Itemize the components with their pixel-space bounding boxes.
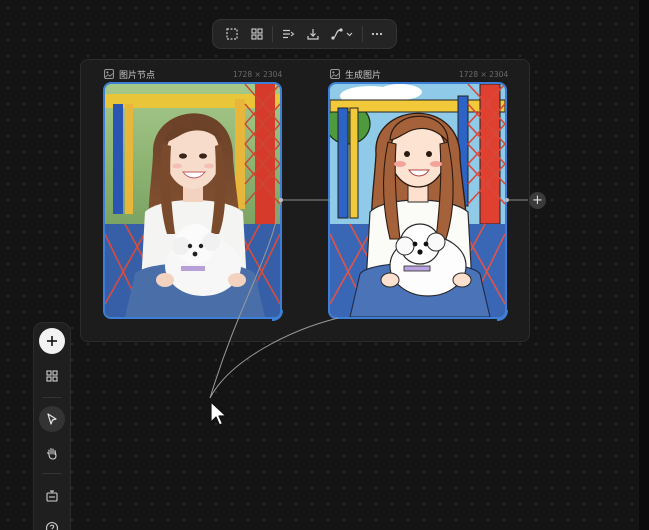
help-icon xyxy=(45,521,59,530)
help-button[interactable] xyxy=(39,515,65,530)
components-button[interactable] xyxy=(39,363,65,389)
toolbar-divider xyxy=(42,397,62,398)
add-button[interactable] xyxy=(39,328,65,354)
canvas[interactable]: 图片节点 1728 × 2304 生成图片 1728 × 2304 + xyxy=(0,0,649,530)
mouse-cursor-icon xyxy=(210,401,227,426)
toolbar-divider xyxy=(42,473,62,474)
pan-tool-button[interactable] xyxy=(39,440,65,466)
pointer-icon xyxy=(47,413,57,425)
select-tool-button[interactable] xyxy=(39,406,65,432)
node-connectors xyxy=(209,198,528,399)
resize-handle-icon[interactable] xyxy=(495,308,509,322)
board-icon xyxy=(46,490,58,502)
board-button[interactable] xyxy=(39,483,65,509)
window-edge xyxy=(639,0,649,530)
output-port[interactable] xyxy=(505,198,509,202)
grid-icon xyxy=(46,370,58,382)
plus-icon: + xyxy=(532,193,543,208)
resize-handle-icon[interactable] xyxy=(270,308,284,322)
left-toolbar xyxy=(33,322,71,530)
add-node-button[interactable]: + xyxy=(529,192,546,209)
plus-icon xyxy=(47,336,57,346)
output-port[interactable] xyxy=(279,198,283,202)
hand-icon xyxy=(46,447,57,460)
